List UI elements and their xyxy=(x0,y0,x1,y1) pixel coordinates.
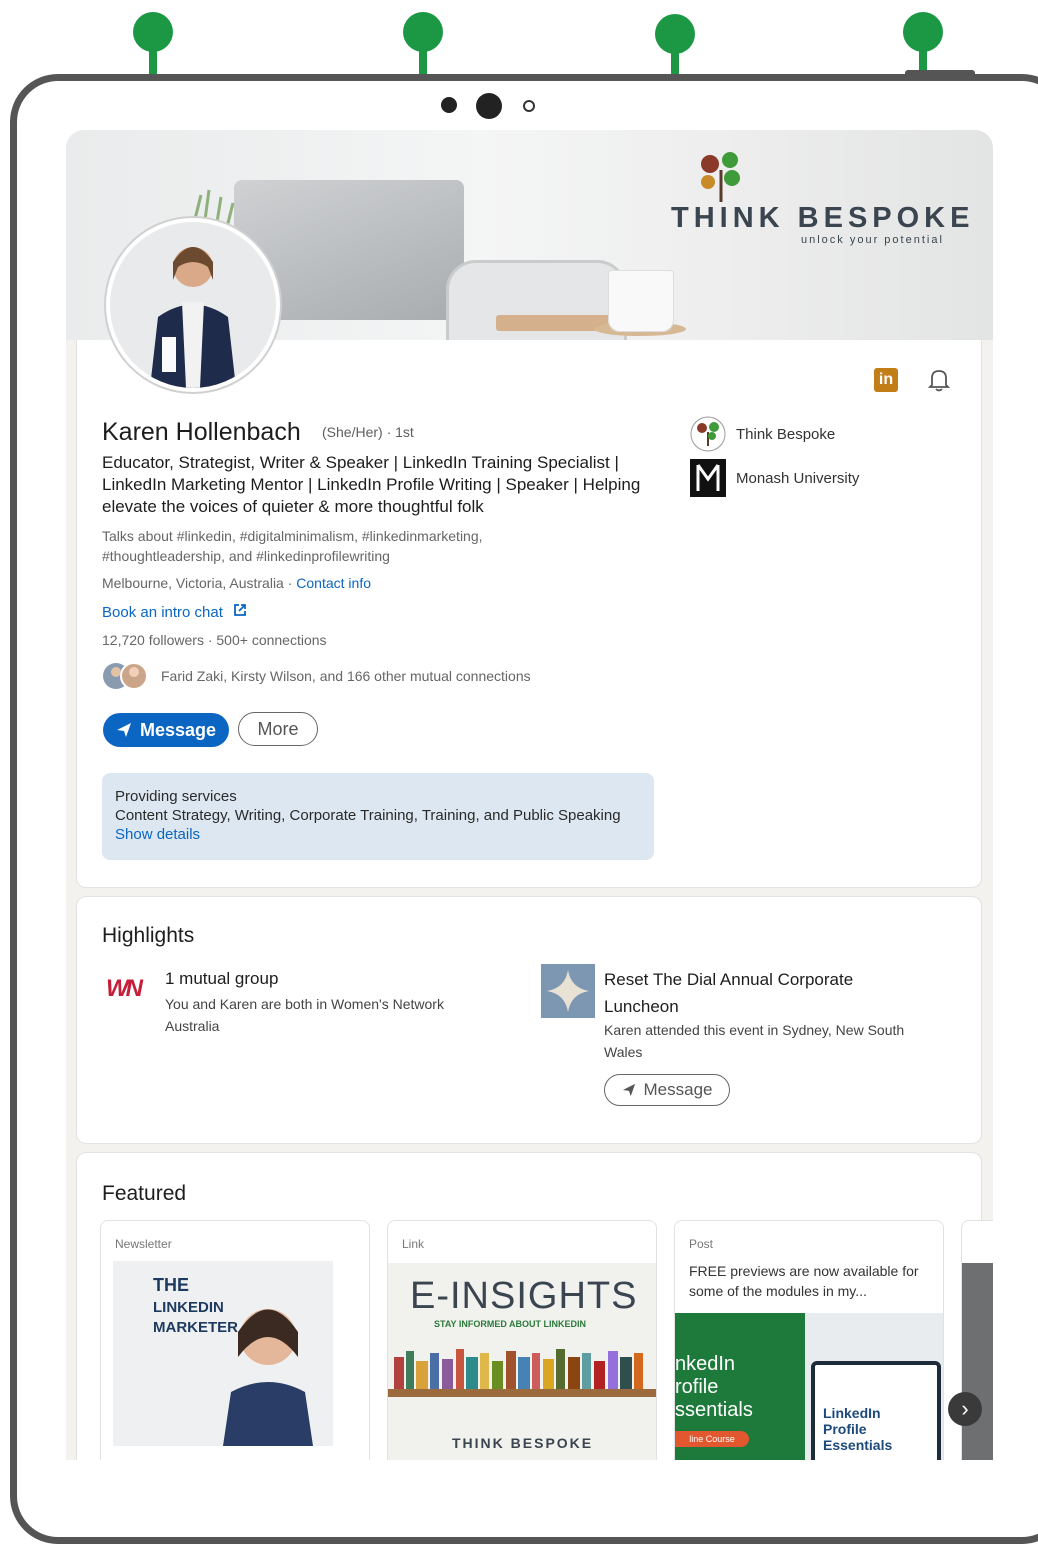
event-title[interactable]: Reset The Dial Annual Corporate Luncheon xyxy=(604,966,904,1020)
event-thumbnail[interactable] xyxy=(541,964,595,1018)
message-button-label: Message xyxy=(139,719,217,740)
camera-dot xyxy=(441,97,457,113)
link-image: E-INSIGHTS STAY INFORMED ABOUT LINKEDIN … xyxy=(388,1263,656,1460)
newsletter-img-line1: THE xyxy=(153,1275,189,1295)
post-text: FREE previews are now available for some… xyxy=(689,1263,919,1299)
profile-name: Karen Hollenbach xyxy=(102,418,301,446)
featured-title: Featured xyxy=(102,1182,187,1205)
chevron-right-icon[interactable]: › xyxy=(948,1392,982,1426)
newsletter-portrait xyxy=(223,1309,313,1446)
profile-avatar[interactable] xyxy=(106,218,280,392)
post-img-box: LinkedIn Profile Essentials xyxy=(811,1361,941,1460)
org-monash-university[interactable]: Monash University xyxy=(690,459,859,497)
talks-about: Talks about #linkedin, #digitalminimalis… xyxy=(102,528,483,564)
location-text: Melbourne, Victoria, Australia · xyxy=(102,575,293,591)
think-bespoke-org-icon xyxy=(690,416,726,452)
event-message-button[interactable]: Message xyxy=(604,1074,730,1106)
external-link-icon xyxy=(234,604,246,616)
show-details-link[interactable]: Show details xyxy=(115,825,641,844)
profile-headline: Educator, Strategist, Writer & Speaker |… xyxy=(102,453,641,516)
link-img-brand: THINK BESPOKE xyxy=(452,1435,594,1451)
group-title[interactable]: 1 mutual group xyxy=(165,969,278,989)
event-message-label: Message xyxy=(643,1080,713,1099)
group-desc: You and Karen are both in Women's Networ… xyxy=(165,996,444,1034)
mutual-avatars[interactable] xyxy=(102,660,152,692)
services-title: Providing services xyxy=(115,788,237,805)
post-img-title3: ssentials xyxy=(675,1399,753,1421)
women-network-logo: WN xyxy=(106,975,143,1002)
brand-name: THINK BESPOKE xyxy=(671,202,975,234)
org-name: Monash University xyxy=(736,469,860,487)
newsletter-image: THE LINKEDIN MARKETER xyxy=(113,1261,333,1446)
link-img-title: E-INSIGHTS xyxy=(410,1275,638,1317)
post-img-title2: rofile xyxy=(675,1376,719,1398)
monash-org-icon xyxy=(690,459,726,497)
camera-sensor xyxy=(523,100,535,112)
org-name: Think Bespoke xyxy=(736,425,836,443)
pronouns-degree: (She/Her) · 1st xyxy=(322,424,414,440)
featured-type: Post xyxy=(689,1237,714,1251)
tablet-button xyxy=(905,70,975,78)
avatar-photo xyxy=(110,222,276,388)
mutual-connections[interactable]: Farid Zaki, Kirsty Wilson, and 166 other… xyxy=(161,668,531,684)
intro-chat-link[interactable]: Book an intro chat xyxy=(102,603,247,621)
followers-connections[interactable]: 12,720 followers · 500+ connections xyxy=(102,632,327,648)
message-button[interactable]: Message xyxy=(103,713,229,747)
services-list: Content Strategy, Writing, Corporate Tra… xyxy=(115,807,621,824)
org-think-bespoke[interactable]: Think Bespoke xyxy=(690,416,835,452)
featured-type: Newsletter xyxy=(115,1237,172,1251)
location: Melbourne, Victoria, Australia · Contact… xyxy=(102,575,371,591)
highlights-title: Highlights xyxy=(102,924,195,947)
post-img-box-text: LinkedIn Profile Essentials xyxy=(823,1405,893,1453)
intro-chat-label: Book an intro chat xyxy=(102,604,223,621)
send-icon xyxy=(622,1083,635,1097)
profile-screen: THINK BESPOKE unlock your potential in K… xyxy=(66,130,993,1460)
more-button[interactable]: More xyxy=(238,712,318,746)
event-desc: Karen attended this event in Sydney, New… xyxy=(604,1022,905,1060)
post-img-badge: line Course xyxy=(675,1431,749,1447)
send-icon xyxy=(116,723,131,737)
featured-post[interactable]: Post FREE previews are now available for… xyxy=(674,1220,944,1460)
contact-info-link[interactable]: Contact info xyxy=(296,575,371,591)
linkedin-badge[interactable]: in xyxy=(874,368,898,392)
bell-icon[interactable] xyxy=(928,368,950,392)
bookshelf-image xyxy=(388,1349,656,1397)
post-image: nkedIn rofile ssentials line Course Link… xyxy=(675,1313,943,1460)
services-box: Providing services Content Strategy, Wri… xyxy=(102,773,654,860)
mug-image xyxy=(608,270,674,332)
featured-type: Link xyxy=(402,1237,425,1251)
link-img-sub: STAY INFORMED ABOUT LINKEDIN xyxy=(434,1319,587,1329)
think-bespoke-logo-icon xyxy=(701,152,740,202)
camera-lens xyxy=(476,93,502,119)
post-img-title1: nkedIn xyxy=(675,1353,736,1375)
brand-tagline: unlock your potential xyxy=(801,234,944,246)
featured-link[interactable]: Link E-INSIGHTS STAY INFORMED ABOUT LINK… xyxy=(387,1220,657,1460)
featured-newsletter[interactable]: Newsletter THE LINKEDIN MARKETER xyxy=(100,1220,370,1460)
